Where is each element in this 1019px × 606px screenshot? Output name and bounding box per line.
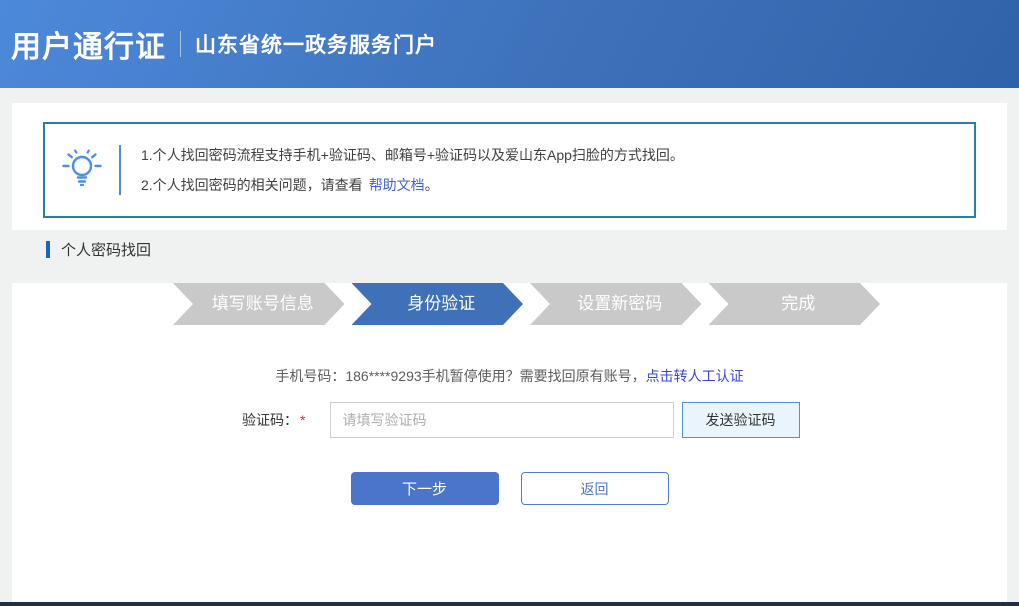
header: 用户通行证 山东省统一政务服务门户 [0, 0, 1019, 88]
step-fill-account-info: 填写账号信息 [173, 283, 345, 325]
required-asterisk: * [300, 412, 305, 428]
lightbulb-icon [45, 124, 119, 216]
main-panel: 填写账号信息 身份验证 设置新密码 完成 手机号码：186****9293手机暂… [12, 283, 1007, 606]
phone-notice-text: 手机号码：186****9293手机暂停使用？需要找回原有账号， [275, 368, 645, 384]
captcha-form-row: 验证码：* 发送验证码 [12, 402, 1007, 438]
help-doc-link[interactable]: 帮助文档 [369, 177, 425, 193]
next-step-button[interactable]: 下一步 [351, 472, 499, 505]
page: 用户通行证 山东省统一政务服务门户 [0, 0, 1019, 606]
notice-box: 1.个人找回密码流程支持手机+验证码、邮箱号+验证码以及爱山东App扫脸的方式找… [43, 122, 976, 218]
footer-strip [0, 602, 1019, 606]
notice-panel: 1.个人找回密码流程支持手机+验证码、邮箱号+验证码以及爱山东App扫脸的方式找… [12, 103, 1007, 230]
step-identity-verification: 身份验证 [352, 283, 524, 325]
notice-line-2: 2.个人找回密码的相关问题，请查看帮助文档。 [141, 178, 684, 193]
progress-steps: 填写账号信息 身份验证 设置新密码 完成 [173, 283, 880, 325]
section-title: 个人密码找回 [61, 239, 151, 260]
captcha-input[interactable] [330, 402, 674, 438]
header-divider [180, 31, 181, 57]
step-set-new-password: 设置新密码 [530, 283, 702, 325]
captcha-label: 验证码：* [220, 410, 306, 430]
section-title-row: 个人密码找回 [0, 230, 1019, 268]
notice-text: 1.个人找回密码流程支持手机+验证码、邮箱号+验证码以及爱山东App扫脸的方式找… [121, 124, 684, 216]
app-title: 用户通行证 [11, 22, 166, 66]
action-buttons-row: 下一步 返回 [12, 472, 1007, 505]
notice-line-2-text: 2.个人找回密码的相关问题，请查看 [141, 177, 363, 193]
captcha-label-text: 验证码： [242, 412, 298, 428]
notice-line-1: 1.个人找回密码流程支持手机+验证码、邮箱号+验证码以及爱山东App扫脸的方式找… [141, 148, 684, 163]
portal-subtitle: 山东省统一政务服务门户 [195, 29, 437, 59]
section-title-bar [46, 241, 50, 258]
phone-notice: 手机号码：186****9293手机暂停使用？需要找回原有账号，点击转人工认证 [12, 368, 1007, 385]
notice-line-2-period: 。 [425, 177, 439, 193]
manual-verification-link[interactable]: 点击转人工认证 [646, 368, 744, 384]
back-button[interactable]: 返回 [521, 472, 669, 505]
send-code-button[interactable]: 发送验证码 [682, 402, 800, 438]
step-complete: 完成 [709, 283, 881, 325]
